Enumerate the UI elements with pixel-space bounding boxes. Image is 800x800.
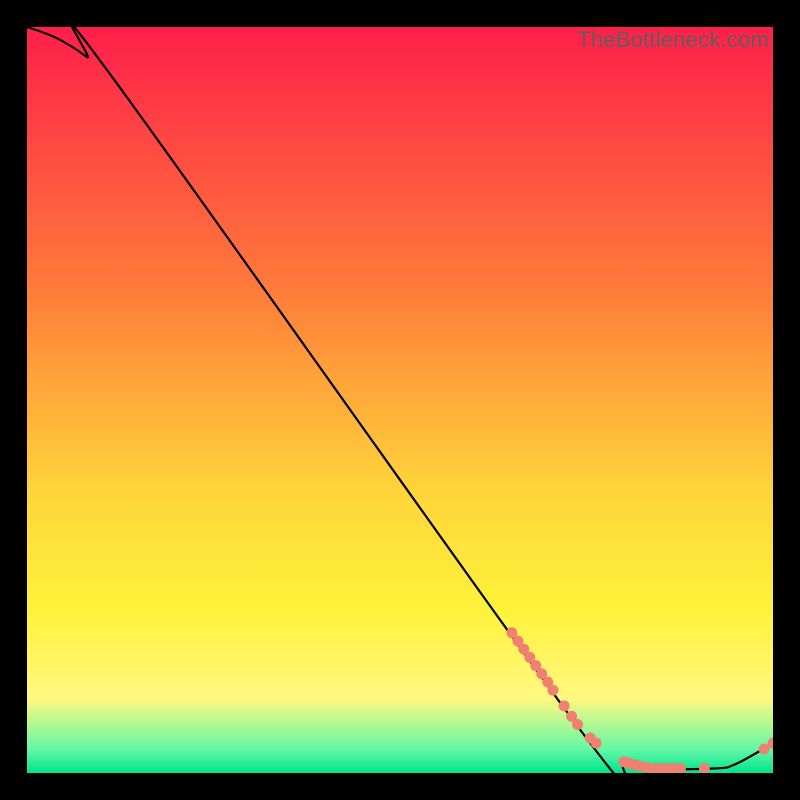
chart-stage: TheBottleneck.com	[0, 0, 800, 800]
plot-svg	[27, 27, 773, 773]
data-marker	[759, 744, 770, 755]
data-marker	[559, 700, 570, 711]
data-marker	[572, 719, 583, 730]
data-marker	[547, 685, 558, 696]
plot-area: TheBottleneck.com	[27, 27, 773, 773]
gradient-background	[27, 27, 773, 773]
data-marker	[591, 738, 602, 749]
watermark-text: TheBottleneck.com	[577, 27, 769, 53]
